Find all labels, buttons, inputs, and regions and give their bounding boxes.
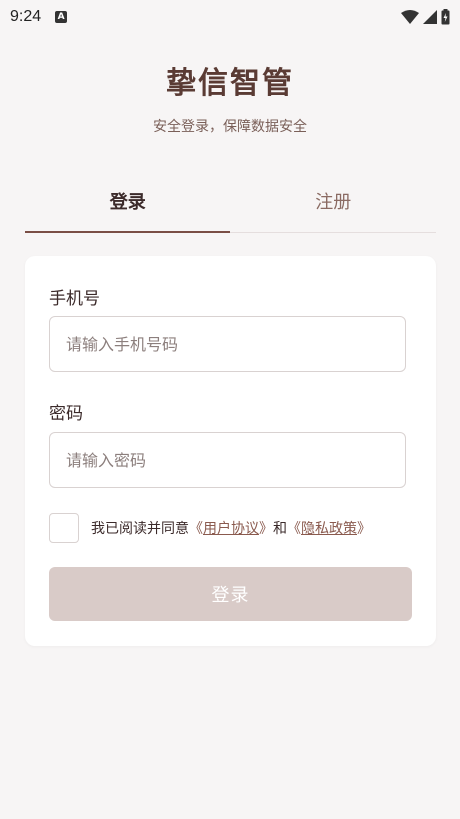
wifi-icon xyxy=(401,10,419,24)
password-label: 密码 xyxy=(49,404,83,424)
agreement-bracket-open-2: 《 xyxy=(287,521,301,537)
status-left: 9:24 A xyxy=(10,8,68,26)
login-card: 手机号 密码 我已阅读并同意《用户协议》和《隐私政策》 登录 xyxy=(25,256,436,646)
signal-icon xyxy=(423,10,437,24)
app-subtitle: 安全登录，保障数据安全 xyxy=(153,119,307,135)
auth-tabs: 登录 注册 xyxy=(25,188,436,233)
agreement-bracket-close-1: 》 xyxy=(259,521,273,537)
phone-label: 手机号 xyxy=(49,289,100,309)
agreement-row: 我已阅读并同意《用户协议》和《隐私政策》 xyxy=(49,513,371,543)
agreement-bracket-open-1: 《 xyxy=(189,521,203,537)
app-title: 挚信智管 xyxy=(166,66,294,101)
password-input[interactable] xyxy=(49,432,406,488)
status-time: 9:24 xyxy=(10,8,42,25)
agreement-prefix: 我已阅读并同意 xyxy=(91,521,189,537)
status-bar: 9:24 A xyxy=(0,0,460,34)
active-tab-indicator xyxy=(25,231,230,233)
agreement-text: 我已阅读并同意《用户协议》和《隐私政策》 xyxy=(91,518,371,538)
user-agreement-link[interactable]: 用户协议 xyxy=(203,521,259,537)
phone-input[interactable] xyxy=(49,316,406,372)
agreement-bracket-close-2: 》 xyxy=(357,521,371,537)
tab-register[interactable]: 注册 xyxy=(231,188,437,232)
login-button[interactable]: 登录 xyxy=(49,567,412,621)
agreement-conjunction: 和 xyxy=(273,521,287,537)
agreement-checkbox[interactable] xyxy=(49,513,79,543)
status-right xyxy=(401,9,450,25)
privacy-policy-link[interactable]: 隐私政策 xyxy=(301,521,357,537)
tab-login[interactable]: 登录 xyxy=(25,188,231,232)
notification-a-icon: A xyxy=(55,11,68,23)
battery-icon xyxy=(441,9,450,25)
